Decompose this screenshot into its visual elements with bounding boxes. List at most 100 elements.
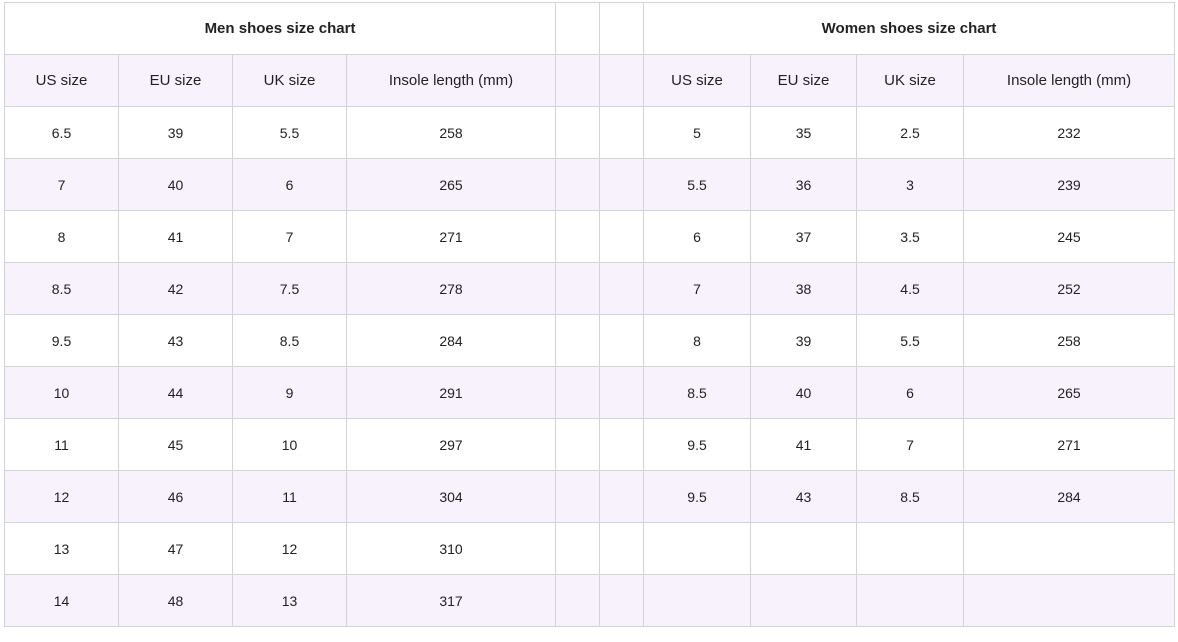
spacer-cell <box>599 158 645 211</box>
men-us-cell: 11 <box>4 418 119 471</box>
spacer-cell <box>599 54 645 107</box>
shoe-size-table: Men shoes size chart Women shoes size ch… <box>3 2 1176 627</box>
table-row: 13 47 12 310 <box>4 522 1176 575</box>
women-header-insole: Insole length (mm) <box>963 54 1176 107</box>
men-eu-cell: 41 <box>118 210 233 263</box>
spacer-cell <box>599 262 645 315</box>
table-row: 8 41 7 271 6 37 3.5 245 <box>4 210 1176 263</box>
spacer-cell <box>599 210 645 263</box>
women-eu-cell: 41 <box>750 418 858 471</box>
women-eu-cell: 43 <box>750 470 858 523</box>
women-insole-cell <box>963 574 1176 627</box>
women-header-eu: EU size <box>750 54 858 107</box>
men-insole-cell: 310 <box>345 522 557 575</box>
table-body: Men shoes size chart Women shoes size ch… <box>3 2 1176 627</box>
men-uk-cell: 5.5 <box>232 106 347 159</box>
men-insole-cell: 265 <box>345 158 557 211</box>
spacer-cell <box>555 262 601 315</box>
men-insole-cell: 284 <box>345 314 557 367</box>
men-us-cell: 13 <box>4 522 119 575</box>
men-uk-cell: 13 <box>232 574 347 627</box>
men-uk-cell: 8.5 <box>232 314 347 367</box>
men-us-cell: 8 <box>4 210 119 263</box>
men-chart-title: Men shoes size chart <box>3 2 557 55</box>
women-us-cell <box>643 522 752 575</box>
women-eu-cell <box>750 522 858 575</box>
header-row: US size EU size UK size Insole length (m… <box>4 54 1176 107</box>
spacer-cell <box>599 470 645 523</box>
women-insole-cell <box>963 522 1176 575</box>
spacer-cell <box>555 366 601 419</box>
spacer-cell <box>599 522 645 575</box>
spacer-cell <box>555 210 601 263</box>
men-insole-cell: 278 <box>345 262 557 315</box>
spacer-cell <box>555 522 601 575</box>
men-uk-cell: 11 <box>232 470 347 523</box>
men-eu-cell: 47 <box>118 522 233 575</box>
women-us-cell: 9.5 <box>643 470 752 523</box>
women-insole-cell: 284 <box>963 470 1176 523</box>
women-chart-title: Women shoes size chart <box>643 2 1176 55</box>
men-insole-cell: 304 <box>345 470 557 523</box>
spacer-cell <box>599 106 645 159</box>
women-insole-cell: 265 <box>963 366 1176 419</box>
women-us-cell <box>643 574 752 627</box>
spacer-cell <box>555 314 601 367</box>
men-us-cell: 14 <box>4 574 119 627</box>
women-header-us: US size <box>643 54 752 107</box>
women-uk-cell: 2.5 <box>856 106 965 159</box>
men-insole-cell: 317 <box>345 574 557 627</box>
men-header-eu: EU size <box>118 54 233 107</box>
women-uk-cell <box>856 574 965 627</box>
spacer-cell <box>555 106 601 159</box>
women-uk-cell: 3 <box>856 158 965 211</box>
women-insole-cell: 239 <box>963 158 1176 211</box>
women-uk-cell <box>856 522 965 575</box>
women-insole-cell: 232 <box>963 106 1176 159</box>
spacer-cell <box>599 366 645 419</box>
women-eu-cell: 38 <box>750 262 858 315</box>
table-row: 12 46 11 304 9.5 43 8.5 284 <box>4 470 1176 523</box>
women-header-uk: UK size <box>856 54 965 107</box>
women-eu-cell: 40 <box>750 366 858 419</box>
men-eu-cell: 43 <box>118 314 233 367</box>
women-insole-cell: 245 <box>963 210 1176 263</box>
men-eu-cell: 46 <box>118 470 233 523</box>
men-insole-cell: 291 <box>345 366 557 419</box>
men-eu-cell: 40 <box>118 158 233 211</box>
men-insole-cell: 258 <box>345 106 557 159</box>
spacer-cell <box>555 2 601 55</box>
women-uk-cell: 3.5 <box>856 210 965 263</box>
women-uk-cell: 4.5 <box>856 262 965 315</box>
women-us-cell: 7 <box>643 262 752 315</box>
women-eu-cell: 39 <box>750 314 858 367</box>
spacer-cell <box>555 54 601 107</box>
spacer-cell <box>555 418 601 471</box>
table-row: 7 40 6 265 5.5 36 3 239 <box>4 158 1176 211</box>
men-us-cell: 12 <box>4 470 119 523</box>
men-us-cell: 9.5 <box>4 314 119 367</box>
men-us-cell: 8.5 <box>4 262 119 315</box>
spacer-cell <box>555 470 601 523</box>
men-header-us: US size <box>4 54 119 107</box>
table-row: 6.5 39 5.5 258 5 35 2.5 232 <box>4 106 1176 159</box>
men-us-cell: 10 <box>4 366 119 419</box>
table-row: 9.5 43 8.5 284 8 39 5.5 258 <box>4 314 1176 367</box>
women-us-cell: 9.5 <box>643 418 752 471</box>
spacer-cell <box>599 418 645 471</box>
men-eu-cell: 42 <box>118 262 233 315</box>
men-uk-cell: 10 <box>232 418 347 471</box>
men-header-insole: Insole length (mm) <box>345 54 557 107</box>
men-eu-cell: 48 <box>118 574 233 627</box>
men-us-cell: 7 <box>4 158 119 211</box>
women-uk-cell: 6 <box>856 366 965 419</box>
spacer-cell <box>599 314 645 367</box>
men-uk-cell: 7.5 <box>232 262 347 315</box>
women-insole-cell: 271 <box>963 418 1176 471</box>
women-eu-cell: 37 <box>750 210 858 263</box>
women-uk-cell: 5.5 <box>856 314 965 367</box>
table-row: 10 44 9 291 8.5 40 6 265 <box>4 366 1176 419</box>
women-us-cell: 8 <box>643 314 752 367</box>
table-row: 11 45 10 297 9.5 41 7 271 <box>4 418 1176 471</box>
women-uk-cell: 7 <box>856 418 965 471</box>
